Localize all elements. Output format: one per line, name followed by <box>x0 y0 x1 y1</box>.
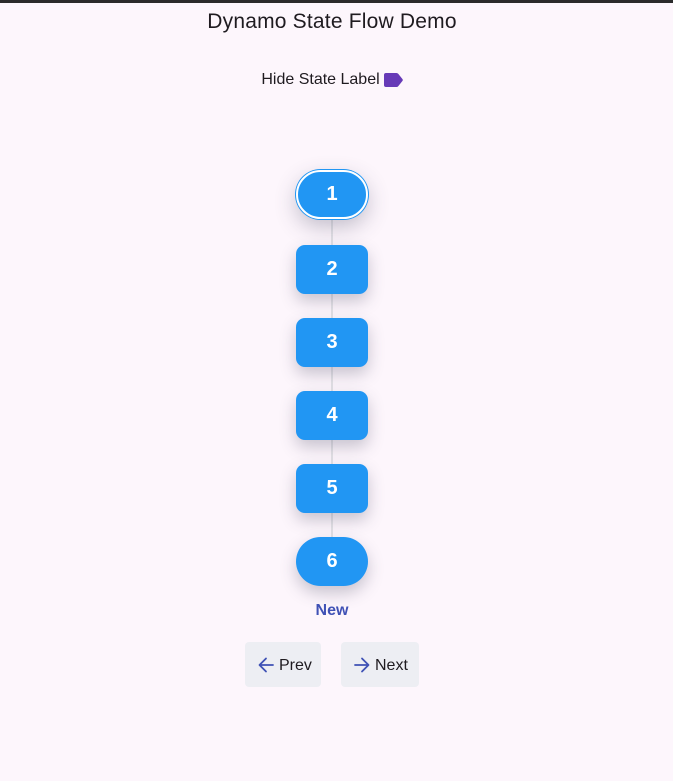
state-node-6[interactable]: 6 <box>296 537 368 586</box>
state-node-3[interactable]: 3 <box>296 318 368 367</box>
connector-line <box>331 294 333 318</box>
next-button[interactable]: Next <box>341 642 419 687</box>
connector-line <box>331 440 333 464</box>
window-top-border <box>0 0 673 3</box>
state-node-4[interactable]: 4 <box>296 391 368 440</box>
next-button-label: Next <box>375 656 408 674</box>
state-node-1[interactable]: 1 <box>296 170 368 219</box>
prev-button-label: Prev <box>279 656 312 674</box>
state-flow: 1 2 3 4 5 6 New <box>0 0 673 781</box>
state-node-2[interactable]: 2 <box>296 245 368 294</box>
connector-line <box>331 367 333 391</box>
hide-state-label-toggle[interactable]: Hide State Label <box>0 70 664 90</box>
label-icon <box>383 73 403 87</box>
arrow-right-icon <box>353 656 371 674</box>
connector-line <box>331 220 333 245</box>
connector-line <box>331 513 333 537</box>
app-title: Dynamo State Flow Demo <box>207 10 457 33</box>
state-caption: New <box>315 602 349 619</box>
arrow-left-icon <box>257 656 275 674</box>
state-node-5[interactable]: 5 <box>296 464 368 513</box>
prev-button[interactable]: Prev <box>245 642 321 687</box>
toggle-label: Hide State Label <box>261 71 380 88</box>
